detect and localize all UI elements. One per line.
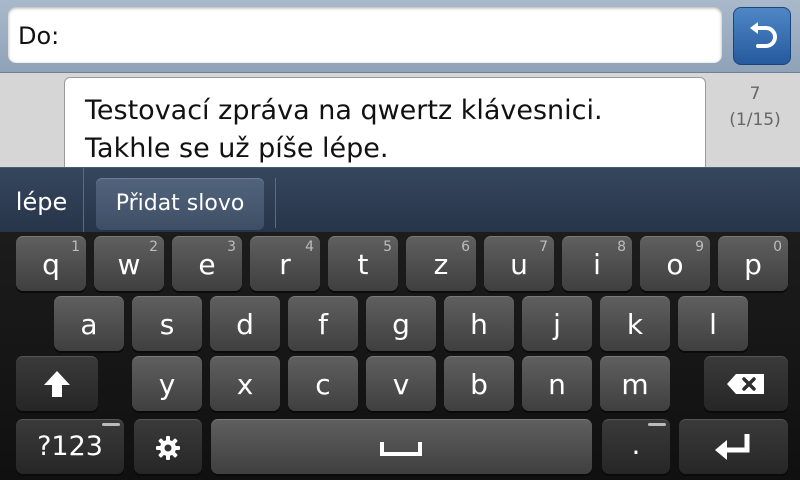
key-label: a [80,308,98,341]
key-label: u [510,248,528,281]
popup-indicator [102,423,120,426]
key-f[interactable]: f [288,296,358,351]
suggestion-divider [275,178,276,228]
key-w[interactable]: 2w [94,236,164,291]
space-key[interactable] [211,419,592,474]
counter-remaining: 7 [749,84,761,104]
message-line-1: Testovací zpráva na qwertz klávesnici. [85,95,603,126]
key-d[interactable]: d [210,296,280,351]
key-label: g [392,308,410,341]
settings-key[interactable] [134,419,202,474]
recipient-field[interactable]: Do: [8,7,722,63]
shift-key[interactable] [16,356,98,411]
backspace-icon [727,374,764,394]
key-i[interactable]: 8i [562,236,632,291]
message-area: Testovací zpráva na qwertz klávesnici. T… [0,73,800,169]
symbols-key-label: ?123 [37,431,103,462]
space-bar-icon [380,442,422,456]
gear-icon [156,436,180,460]
key-z[interactable]: 6z [406,236,476,291]
key-label: f [318,308,328,341]
enter-key[interactable] [679,419,788,474]
key-label: t [357,248,369,281]
recipient-label: Do: [18,22,60,50]
suggestion-word[interactable]: lépe [0,168,84,232]
key-c[interactable]: c [288,356,358,411]
key-label: b [470,368,488,401]
shift-arrow-icon [44,371,70,397]
symbols-key[interactable]: ?123 [16,419,124,474]
key-e[interactable]: 3e [172,236,242,291]
key-label: d [236,308,254,341]
key-k[interactable]: k [600,296,670,351]
suggestion-bar: lépe Přidat slovo [0,167,800,232]
key-a[interactable]: a [54,296,124,351]
key-label: c [315,368,331,401]
key-label: s [159,308,175,341]
key-label: v [392,368,410,401]
counter-parts: (1/15) [729,110,781,130]
keyboard: 1q2w3e4r5t6z7u8i9o0p a s d f g h j k l y x c v b n m ?… [0,232,800,480]
key-label: m [621,368,649,401]
key-s[interactable]: s [132,296,202,351]
key-v[interactable]: v [366,356,436,411]
message-input[interactable]: Testovací zpráva na qwertz klávesnici. T… [64,77,706,169]
key-q[interactable]: 1q [16,236,86,291]
key-p[interactable]: 0p [718,236,788,291]
key-b[interactable]: b [444,356,514,411]
enter-return-icon [715,434,750,460]
key-label: q [42,248,60,281]
key-label: x [236,368,254,401]
key-r[interactable]: 4r [250,236,320,291]
key-j[interactable]: j [522,296,592,351]
key-o[interactable]: 9o [640,236,710,291]
key-label: l [709,308,717,341]
key-y[interactable]: y [132,356,202,411]
key-label: n [548,368,566,401]
key-label: e [198,248,216,281]
key-label: y [158,368,176,401]
key-label: j [553,308,561,341]
add-word-button[interactable]: Přidat slovo [96,178,264,230]
key-label: p [744,248,762,281]
key-n[interactable]: n [522,356,592,411]
key-u[interactable]: 7u [484,236,554,291]
backspace-key[interactable] [704,356,788,411]
key-g[interactable]: g [366,296,436,351]
key-m[interactable]: m [600,356,670,411]
key-label: h [470,308,488,341]
key-l[interactable]: l [678,296,748,351]
undo-arrow-icon [750,22,777,48]
back-button[interactable] [733,7,791,65]
period-key[interactable]: . [602,419,670,474]
character-counter: 7 (1/15) [715,81,795,133]
key-t[interactable]: 5t [328,236,398,291]
key-label: w [117,248,141,281]
key-label: i [593,248,601,281]
key-label: r [279,248,291,281]
message-text: Testovací zpráva na qwertz klávesnici. T… [85,92,695,168]
key-label: z [433,248,449,281]
message-line-2: Takhle se už píše lépe. [85,133,389,164]
key-label: o [666,248,684,281]
period-key-label: . [631,428,641,461]
recipient-bar: Do: [0,0,800,73]
key-h[interactable]: h [444,296,514,351]
popup-indicator [648,423,666,426]
key-label: k [626,308,644,341]
key-x[interactable]: x [210,356,280,411]
